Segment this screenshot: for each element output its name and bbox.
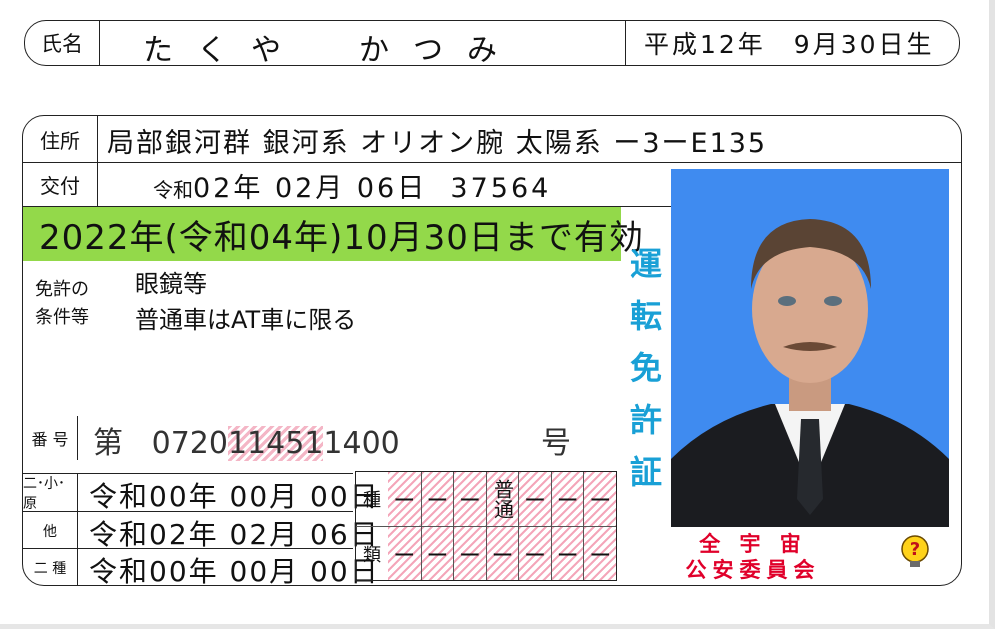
category-cell: ー	[583, 526, 616, 580]
license-title: 運 転 免 許 証	[628, 238, 664, 498]
license-history: 二･小･原 令和00年 00月 00日 他 令和02年 02月 06日 二 種 …	[23, 473, 378, 588]
name-label: 氏名	[25, 21, 100, 65]
license-body: 住所 局部銀河群 銀河系 オリオン腕 太陽系 ー3ーE135 交付 令和02年 …	[22, 115, 962, 588]
number-digits-before: 0720	[151, 426, 228, 461]
category-cell: ー	[550, 472, 584, 526]
issuing-authority: 全 宇 宙 公安委員会	[678, 531, 828, 583]
number-label: 番 号	[23, 416, 78, 460]
issue-value: 令和02年 02月 06日 37564	[153, 166, 551, 205]
conditions-label-line2: 条件等	[35, 307, 89, 328]
category-cell: ー	[453, 526, 486, 580]
validity-banner: 2022年(令和04年)10月30日まで有効	[23, 207, 643, 261]
history-value: 令和02年 02月 06日	[89, 518, 380, 551]
authority-line1: 全 宇 宙	[699, 532, 807, 556]
issue-date: 02年 02月 06日	[193, 173, 428, 204]
title-char: 証	[629, 453, 662, 491]
category-cell: ー	[388, 526, 421, 580]
license-categories: 種 類 ー ー ー 普通 ー ー ー ー ー ー ー ー ー ー	[355, 471, 617, 581]
question-bulb-icon: ?	[901, 535, 929, 567]
number-digits-highlight: 11451	[227, 426, 324, 461]
category-cell: ー	[518, 526, 551, 580]
history-row: 他 令和02年 02月 06日	[23, 511, 378, 551]
history-row: 二 種 令和00年 00月 00日	[23, 548, 378, 588]
title-char: 運	[629, 245, 662, 283]
title-char: 許	[629, 401, 662, 439]
svg-text:?: ?	[910, 539, 920, 560]
title-char: 免	[629, 349, 662, 387]
category-cell: ー	[453, 472, 486, 526]
address-label: 住所	[23, 116, 98, 162]
birth-date: 平成12年 9月30日生	[625, 21, 961, 65]
category-label-bottom: 類	[356, 526, 389, 581]
category-cell: ー	[388, 472, 421, 526]
category-cell: ー	[550, 526, 584, 580]
conditions-value: 眼鏡等 普通車はAT車に限る	[135, 266, 356, 338]
number-prefix: 第	[93, 426, 123, 461]
portrait-photo	[671, 169, 949, 527]
history-value: 令和00年 00月 00日	[89, 555, 380, 588]
issue-label: 交付	[23, 162, 98, 206]
issue-number: 37564	[450, 173, 552, 204]
category-cell: ー	[420, 526, 454, 580]
conditions-label-line1: 免許の	[35, 279, 89, 300]
category-cells: ー ー ー 普通 ー ー ー ー ー ー ー ー ー ー	[388, 472, 616, 580]
category-cell: ー	[420, 472, 454, 526]
holder-name: たくや かつみ	[143, 33, 521, 68]
issue-row: 交付 令和02年 02月 06日 37564	[23, 162, 673, 207]
authority-line2: 公安委員会	[685, 558, 821, 582]
address-value: 局部銀河群 銀河系 オリオン腕 太陽系 ー3ーE135	[107, 128, 768, 159]
number-suffix: 号	[541, 426, 571, 461]
category-cell: ー	[485, 526, 519, 580]
portrait-illustration	[671, 219, 949, 527]
number-digits-after: 1400	[323, 426, 400, 461]
history-label: 二･小･原	[23, 474, 78, 512]
license-number: 第 0720114511400 号	[93, 418, 571, 462]
conditions-label: 免許の 条件等	[35, 276, 89, 332]
address-row: 住所 局部銀河群 銀河系 オリオン腕 太陽系 ー3ーE135	[23, 116, 961, 163]
category-label-top: 種	[356, 472, 389, 526]
history-row: 二･小･原 令和00年 00月 00日	[23, 474, 378, 513]
history-label: 二 種	[23, 549, 78, 586]
name-row: 氏名 たくや かつみ 平成12年 9月30日生	[24, 20, 961, 68]
category-cell: ー	[583, 472, 616, 526]
history-value: 令和00年 00月 00日	[89, 480, 380, 513]
category-cell: ー	[518, 472, 551, 526]
history-label: 他	[23, 512, 78, 549]
title-char: 転	[629, 297, 662, 335]
issue-era: 令和	[153, 178, 193, 202]
condition-line2: 普通車はAT車に限る	[135, 306, 357, 334]
condition-line1: 眼鏡等	[135, 270, 207, 298]
category-cell-futsu: 普通	[485, 472, 519, 526]
